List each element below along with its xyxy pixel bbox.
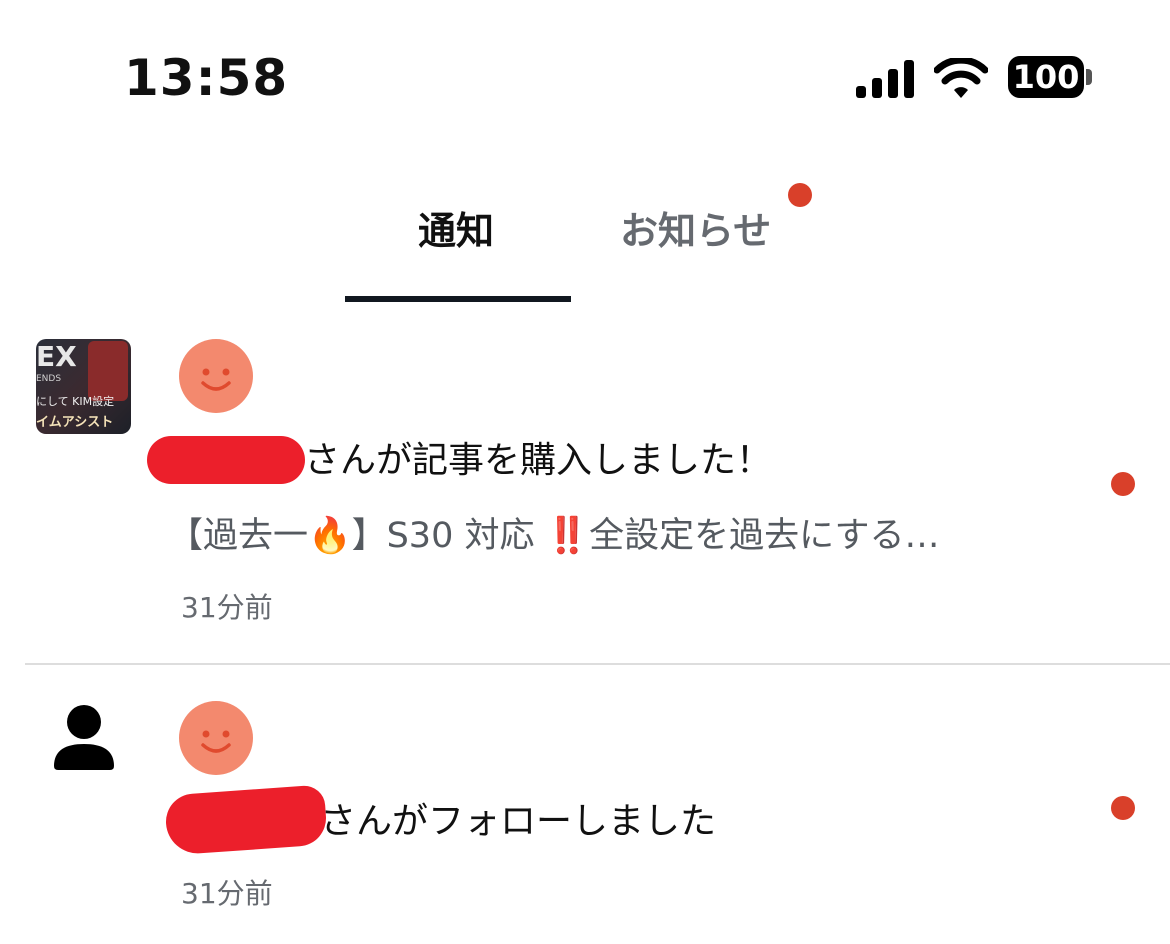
thumbnail-text: にして KIM設定 [36,395,115,408]
active-tab-indicator [345,296,571,302]
thumbnail-device-image [88,341,128,401]
notification-time: 31分前 [181,591,273,624]
redacted-username [164,784,328,856]
unread-dot [1111,472,1135,496]
notification-time: 31分前 [181,877,273,910]
redacted-username [147,436,305,484]
smiley-avatar-icon[interactable] [179,701,253,775]
signal-icon [856,60,914,98]
person-icon [54,705,114,770]
battery-level: 100 [1012,58,1080,96]
article-title[interactable]: 【過去一🔥】S30 対応 ‼️全設定を過去にする… [168,512,940,560]
wifi-icon [934,58,988,98]
unread-dot [1111,796,1135,820]
thumbnail-text: EX [36,340,77,373]
battery-tip [1086,69,1092,85]
thumbnail-text: イムアシスト [36,415,114,430]
tab-notifications[interactable]: 通知 [418,206,494,256]
battery-icon: 100 [1008,56,1084,98]
smiley-avatar-icon[interactable] [179,339,253,413]
notifications-screen: 13:58 100 通知 お知らせ EX ENDS にして KIM設定 イムアシ… [0,0,1170,944]
notification-message: さんが記事を購入しました！ [304,440,773,481]
article-thumbnail[interactable]: EX ENDS にして KIM設定 イムアシスト [36,339,131,434]
tab-announcements-badge [788,183,812,207]
divider [25,663,1170,665]
status-time: 13:58 [124,49,289,107]
notification-message: さんがフォローしました [320,801,717,842]
thumbnail-text: ENDS [36,374,62,384]
tab-announcements[interactable]: お知らせ [620,206,771,256]
